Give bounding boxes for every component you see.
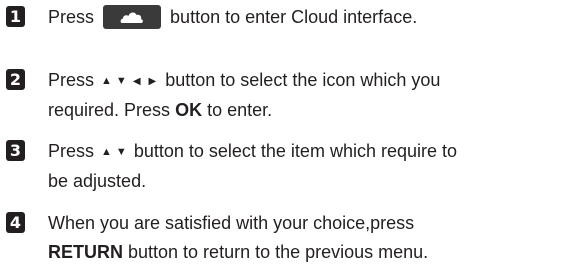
left-arrow-icon: ◀ (132, 76, 141, 87)
step-number-badge: 1 (6, 6, 25, 27)
step-text-before: Press (48, 70, 95, 90)
ok-key-label: OK (175, 100, 203, 120)
step-line2-after: to enter. (202, 100, 273, 120)
cloud-button (103, 4, 162, 29)
up-arrow-icon: ▲ (101, 75, 112, 87)
down-arrow-icon: ▼ (115, 146, 127, 158)
step-number: 1 (9, 6, 22, 26)
step-text-before: Press (48, 141, 95, 161)
step-number-badge: 2 (6, 69, 25, 90)
up-arrow-icon: ▲ (101, 146, 112, 158)
step-line2-after: button to return to the previous menu. (123, 242, 429, 262)
step-text: When you are satisfied with your choice,… (48, 209, 558, 267)
cloud-icon (120, 12, 143, 23)
step-number-badge: 3 (6, 140, 25, 161)
step-number: 2 (9, 69, 22, 89)
step-line2-before: required. Press (48, 100, 176, 120)
step-text-after: button to select the item which require … (133, 141, 458, 161)
step-line1: When you are satisfied with your choice,… (48, 213, 415, 233)
return-key-label: RETURN (48, 242, 123, 262)
step-text: Press button to enter Cloud interface. (48, 3, 558, 32)
step-text: Press ▲ ▼ ◀ ▶ button to select the icon whi… (48, 66, 558, 125)
step-number-badge: 4 (6, 212, 25, 233)
right-arrow-icon: ▶ (148, 76, 157, 87)
step-text: Press ▲ ▼ button to select the item which… (48, 137, 558, 196)
step-line2: be adjusted. (48, 171, 147, 191)
step-text-after: button to select the icon which you (165, 70, 441, 90)
step-text-after: button to enter Cloud interface. (170, 7, 418, 27)
step-number: 4 (9, 212, 22, 232)
step-text-before: Press (48, 7, 95, 27)
down-arrow-icon: ▼ (115, 75, 127, 87)
step-number: 3 (9, 140, 22, 160)
